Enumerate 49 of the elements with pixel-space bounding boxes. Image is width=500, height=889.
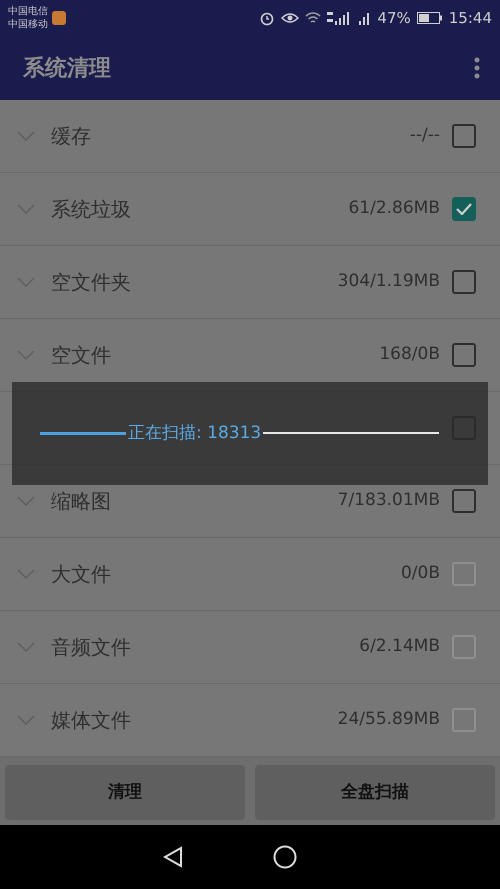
category-summary: 7/183.01MB [338,489,440,512]
category-summary: 0/0B [400,562,440,586]
category-name: 大文件 [51,561,111,588]
eye-icon [281,11,300,25]
chevron-down-icon [17,642,35,652]
category-name: 空文件 [51,342,111,369]
battery-percent: 47% [377,8,411,29]
chevron-down-icon [17,350,35,360]
checkbox[interactable] [452,343,476,367]
chevron-down-icon [17,715,35,725]
checkbox[interactable] [452,197,476,221]
category-name: 媒体文件 [51,707,131,734]
carrier-name: 中国电信 [8,5,48,18]
chevron-down-icon [17,569,35,579]
wifi-icon [305,12,322,24]
category-summary: --/-- [410,124,440,148]
chevron-down-icon [17,496,35,506]
category-summary: 304/1.19MB [338,270,440,294]
app-notification-icon [52,11,66,25]
checkbox[interactable] [452,489,476,513]
category-summary: 61/2.86MB [348,197,440,220]
battery-icon [416,12,443,24]
more-options-icon[interactable] [474,57,480,79]
progress-line-icon [40,432,126,436]
checkbox[interactable] [452,270,476,294]
signal-icon [327,11,350,25]
carrier-name: 中国移动 [8,18,48,31]
category-name: 系统垃圾 [51,196,131,223]
action-button[interactable]: 清理 [5,765,245,820]
chevron-down-icon [17,204,35,214]
chevron-down-icon [17,277,35,287]
back-icon[interactable] [163,846,183,868]
app-title: 系统清理 [23,54,111,82]
progress-line-icon [263,432,440,436]
category-summary: 168/0B [379,343,440,366]
home-icon[interactable] [273,845,297,869]
category-name: 音频文件 [51,634,131,661]
action-button[interactable]: 全盘扫描 [255,765,495,820]
category-summary: 6/2.14MB [359,635,440,658]
chevron-down-icon [17,131,35,141]
alarm-icon [259,10,276,26]
category-name: 空文件夹 [51,269,131,296]
check-icon [456,203,472,215]
category-summary: 24/55.89MB [338,708,440,732]
category-name: 缓存 [51,123,91,150]
clock-time: 15:44 [448,8,492,29]
checkbox[interactable] [452,124,476,148]
scanning-message: 正在扫描: 18313 [128,422,262,445]
category-name: 缩略图 [51,488,111,515]
